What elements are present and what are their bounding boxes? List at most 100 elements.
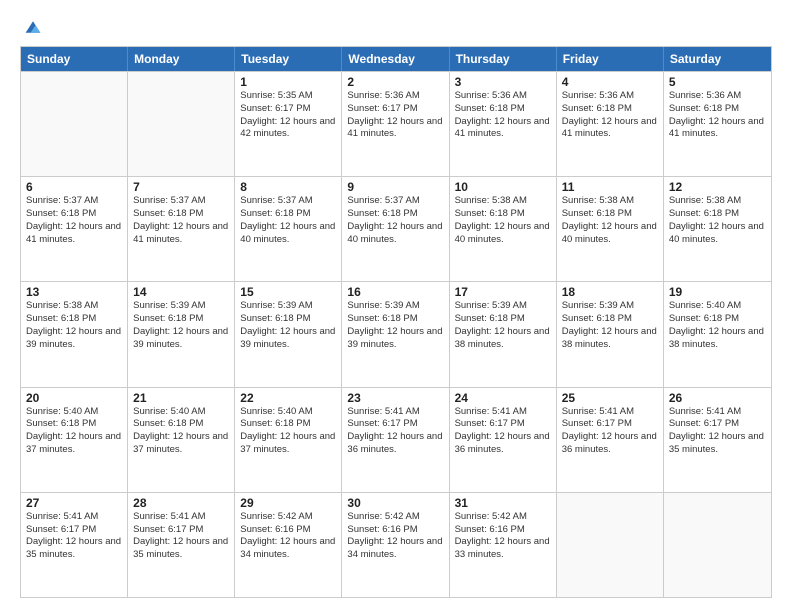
day-info: Sunrise: 5:37 AM Sunset: 6:18 PM Dayligh…: [347, 195, 443, 246]
logo: [20, 18, 42, 36]
cal-cell: 18Sunrise: 5:39 AM Sunset: 6:18 PM Dayli…: [557, 282, 664, 386]
cal-header-day: Saturday: [664, 47, 771, 71]
day-number: 13: [26, 285, 122, 299]
cal-cell: 14Sunrise: 5:39 AM Sunset: 6:18 PM Dayli…: [128, 282, 235, 386]
day-info: Sunrise: 5:41 AM Sunset: 6:17 PM Dayligh…: [455, 406, 551, 457]
cal-cell: 2Sunrise: 5:36 AM Sunset: 6:17 PM Daylig…: [342, 72, 449, 176]
day-number: 18: [562, 285, 658, 299]
day-number: 24: [455, 391, 551, 405]
day-info: Sunrise: 5:38 AM Sunset: 6:18 PM Dayligh…: [669, 195, 766, 246]
day-info: Sunrise: 5:36 AM Sunset: 6:17 PM Dayligh…: [347, 90, 443, 141]
day-number: 16: [347, 285, 443, 299]
day-number: 23: [347, 391, 443, 405]
cal-header-day: Friday: [557, 47, 664, 71]
day-number: 27: [26, 496, 122, 510]
cal-cell: 10Sunrise: 5:38 AM Sunset: 6:18 PM Dayli…: [450, 177, 557, 281]
day-info: Sunrise: 5:37 AM Sunset: 6:18 PM Dayligh…: [240, 195, 336, 246]
day-info: Sunrise: 5:37 AM Sunset: 6:18 PM Dayligh…: [26, 195, 122, 246]
day-number: 9: [347, 180, 443, 194]
day-info: Sunrise: 5:39 AM Sunset: 6:18 PM Dayligh…: [240, 300, 336, 351]
day-number: 3: [455, 75, 551, 89]
cal-header-day: Thursday: [450, 47, 557, 71]
cal-cell: 11Sunrise: 5:38 AM Sunset: 6:18 PM Dayli…: [557, 177, 664, 281]
cal-cell: 5Sunrise: 5:36 AM Sunset: 6:18 PM Daylig…: [664, 72, 771, 176]
cal-cell: [664, 493, 771, 597]
cal-cell: 8Sunrise: 5:37 AM Sunset: 6:18 PM Daylig…: [235, 177, 342, 281]
day-info: Sunrise: 5:39 AM Sunset: 6:18 PM Dayligh…: [347, 300, 443, 351]
cal-cell: 30Sunrise: 5:42 AM Sunset: 6:16 PM Dayli…: [342, 493, 449, 597]
day-number: 7: [133, 180, 229, 194]
cal-header-day: Monday: [128, 47, 235, 71]
day-info: Sunrise: 5:41 AM Sunset: 6:17 PM Dayligh…: [562, 406, 658, 457]
day-number: 6: [26, 180, 122, 194]
cal-cell: 27Sunrise: 5:41 AM Sunset: 6:17 PM Dayli…: [21, 493, 128, 597]
cal-cell: 4Sunrise: 5:36 AM Sunset: 6:18 PM Daylig…: [557, 72, 664, 176]
day-number: 21: [133, 391, 229, 405]
cal-cell: [128, 72, 235, 176]
cal-cell: 6Sunrise: 5:37 AM Sunset: 6:18 PM Daylig…: [21, 177, 128, 281]
day-info: Sunrise: 5:38 AM Sunset: 6:18 PM Dayligh…: [26, 300, 122, 351]
cal-header-day: Wednesday: [342, 47, 449, 71]
day-number: 15: [240, 285, 336, 299]
cal-cell: 26Sunrise: 5:41 AM Sunset: 6:17 PM Dayli…: [664, 388, 771, 492]
cal-cell: 17Sunrise: 5:39 AM Sunset: 6:18 PM Dayli…: [450, 282, 557, 386]
day-info: Sunrise: 5:39 AM Sunset: 6:18 PM Dayligh…: [562, 300, 658, 351]
cal-cell: 23Sunrise: 5:41 AM Sunset: 6:17 PM Dayli…: [342, 388, 449, 492]
day-info: Sunrise: 5:40 AM Sunset: 6:18 PM Dayligh…: [26, 406, 122, 457]
day-number: 10: [455, 180, 551, 194]
calendar-body: 1Sunrise: 5:35 AM Sunset: 6:17 PM Daylig…: [21, 71, 771, 597]
day-info: Sunrise: 5:38 AM Sunset: 6:18 PM Dayligh…: [562, 195, 658, 246]
cal-header-day: Sunday: [21, 47, 128, 71]
day-info: Sunrise: 5:35 AM Sunset: 6:17 PM Dayligh…: [240, 90, 336, 141]
cal-week: 6Sunrise: 5:37 AM Sunset: 6:18 PM Daylig…: [21, 176, 771, 281]
day-number: 11: [562, 180, 658, 194]
cal-header-day: Tuesday: [235, 47, 342, 71]
day-number: 22: [240, 391, 336, 405]
day-number: 5: [669, 75, 766, 89]
day-number: 2: [347, 75, 443, 89]
cal-cell: 1Sunrise: 5:35 AM Sunset: 6:17 PM Daylig…: [235, 72, 342, 176]
cal-cell: 7Sunrise: 5:37 AM Sunset: 6:18 PM Daylig…: [128, 177, 235, 281]
day-info: Sunrise: 5:36 AM Sunset: 6:18 PM Dayligh…: [669, 90, 766, 141]
day-info: Sunrise: 5:40 AM Sunset: 6:18 PM Dayligh…: [240, 406, 336, 457]
day-info: Sunrise: 5:42 AM Sunset: 6:16 PM Dayligh…: [240, 511, 336, 562]
cal-cell: 16Sunrise: 5:39 AM Sunset: 6:18 PM Dayli…: [342, 282, 449, 386]
cal-cell: 31Sunrise: 5:42 AM Sunset: 6:16 PM Dayli…: [450, 493, 557, 597]
day-info: Sunrise: 5:37 AM Sunset: 6:18 PM Dayligh…: [133, 195, 229, 246]
cal-cell: 29Sunrise: 5:42 AM Sunset: 6:16 PM Dayli…: [235, 493, 342, 597]
day-number: 28: [133, 496, 229, 510]
day-info: Sunrise: 5:41 AM Sunset: 6:17 PM Dayligh…: [26, 511, 122, 562]
day-number: 31: [455, 496, 551, 510]
cal-cell: 13Sunrise: 5:38 AM Sunset: 6:18 PM Dayli…: [21, 282, 128, 386]
cal-cell: [557, 493, 664, 597]
day-number: 1: [240, 75, 336, 89]
day-info: Sunrise: 5:40 AM Sunset: 6:18 PM Dayligh…: [669, 300, 766, 351]
cal-cell: 22Sunrise: 5:40 AM Sunset: 6:18 PM Dayli…: [235, 388, 342, 492]
cal-cell: 25Sunrise: 5:41 AM Sunset: 6:17 PM Dayli…: [557, 388, 664, 492]
calendar: SundayMondayTuesdayWednesdayThursdayFrid…: [20, 46, 772, 598]
day-info: Sunrise: 5:41 AM Sunset: 6:17 PM Dayligh…: [669, 406, 766, 457]
day-number: 14: [133, 285, 229, 299]
cal-cell: 28Sunrise: 5:41 AM Sunset: 6:17 PM Dayli…: [128, 493, 235, 597]
day-number: 8: [240, 180, 336, 194]
day-info: Sunrise: 5:38 AM Sunset: 6:18 PM Dayligh…: [455, 195, 551, 246]
cal-cell: 9Sunrise: 5:37 AM Sunset: 6:18 PM Daylig…: [342, 177, 449, 281]
logo-icon: [24, 18, 42, 36]
day-number: 17: [455, 285, 551, 299]
cal-week: 20Sunrise: 5:40 AM Sunset: 6:18 PM Dayli…: [21, 387, 771, 492]
cal-cell: 12Sunrise: 5:38 AM Sunset: 6:18 PM Dayli…: [664, 177, 771, 281]
cal-cell: 15Sunrise: 5:39 AM Sunset: 6:18 PM Dayli…: [235, 282, 342, 386]
cal-cell: 24Sunrise: 5:41 AM Sunset: 6:17 PM Dayli…: [450, 388, 557, 492]
day-info: Sunrise: 5:39 AM Sunset: 6:18 PM Dayligh…: [133, 300, 229, 351]
day-info: Sunrise: 5:42 AM Sunset: 6:16 PM Dayligh…: [347, 511, 443, 562]
cal-cell: 3Sunrise: 5:36 AM Sunset: 6:18 PM Daylig…: [450, 72, 557, 176]
day-number: 20: [26, 391, 122, 405]
day-number: 25: [562, 391, 658, 405]
day-number: 19: [669, 285, 766, 299]
day-number: 12: [669, 180, 766, 194]
day-number: 30: [347, 496, 443, 510]
cal-week: 1Sunrise: 5:35 AM Sunset: 6:17 PM Daylig…: [21, 71, 771, 176]
cal-cell: [21, 72, 128, 176]
cal-week: 27Sunrise: 5:41 AM Sunset: 6:17 PM Dayli…: [21, 492, 771, 597]
calendar-header: SundayMondayTuesdayWednesdayThursdayFrid…: [21, 47, 771, 71]
